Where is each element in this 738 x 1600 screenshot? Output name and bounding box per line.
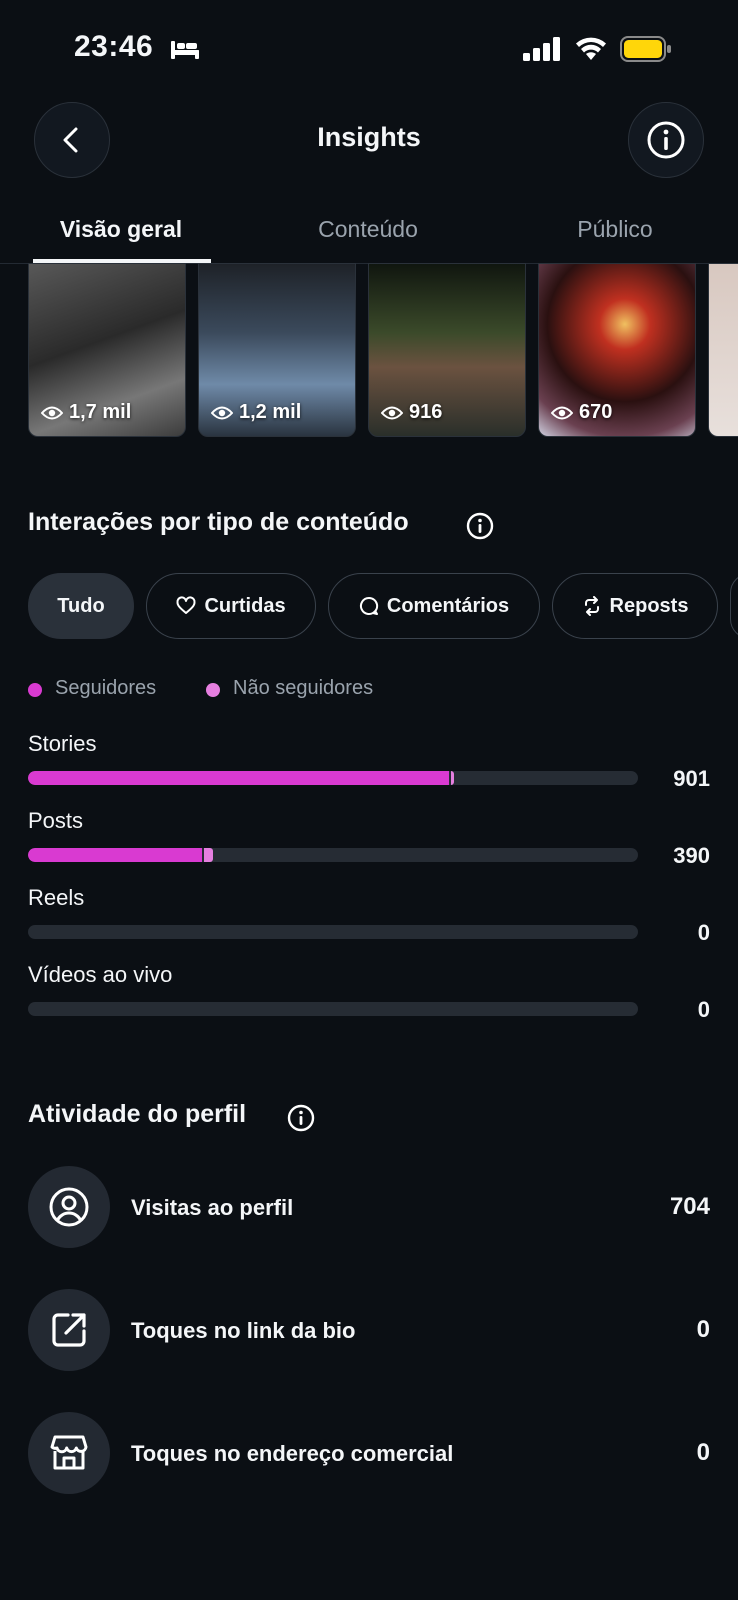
- tab-overview[interactable]: Visão geral: [30, 216, 212, 243]
- thumbnail-views: 670: [551, 401, 612, 424]
- bar-fill-non-followers: [203, 848, 213, 862]
- info-icon: [647, 121, 685, 159]
- bar-value-reels: 0: [697, 920, 710, 945]
- storefront-icon: [50, 1435, 88, 1470]
- eye-icon: [551, 406, 573, 419]
- views-count: 670: [579, 401, 613, 423]
- cellular-signal-icon: [523, 37, 560, 61]
- views-count: 1,2 mil: [239, 401, 302, 423]
- thumbnail-views: 1,7 mil: [41, 401, 131, 424]
- activity-section-title: Atividade do perfil: [28, 1100, 247, 1128]
- external-link-icon: [52, 1313, 86, 1347]
- info-button[interactable]: [628, 102, 704, 178]
- profile-visits-icon-wrap: [28, 1166, 110, 1248]
- profile-visits-value: 704: [669, 1193, 710, 1220]
- bar-label-posts: Posts: [28, 808, 84, 833]
- bar-track-posts: [28, 848, 638, 862]
- address-taps-value: 0: [696, 1439, 710, 1466]
- bar-fill-followers: [28, 771, 449, 785]
- address-taps-icon-wrap: [28, 1412, 110, 1494]
- bar-fill-followers: [28, 848, 202, 862]
- thumbnail-views: 1,2 mil: [211, 401, 301, 424]
- tab-audience[interactable]: Público: [550, 216, 680, 243]
- content-thumbnail[interactable]: 1,7 mil: [28, 263, 186, 437]
- content-thumbnail[interactable]: 670: [538, 263, 696, 437]
- wifi-icon: [576, 37, 606, 60]
- bar-value-posts: 390: [673, 843, 710, 868]
- legend-label-followers: Seguidores: [55, 677, 157, 699]
- eye-icon: [41, 406, 63, 419]
- status-time: 23:46: [74, 30, 154, 63]
- bio-link-taps-icon-wrap: [28, 1289, 110, 1371]
- content-thumbnail[interactable]: 1,2 mil: [198, 263, 356, 437]
- bar-track-live-videos: [28, 1002, 638, 1016]
- content-thumbnail[interactable]: [708, 263, 738, 437]
- filter-chip-reposts[interactable]: Reposts: [552, 573, 718, 639]
- bio-link-taps-value: 0: [696, 1316, 710, 1343]
- filter-chip-label: Reposts: [609, 594, 689, 617]
- profile-visits-label: Visitas ao perfil: [131, 1195, 294, 1220]
- address-taps-label: Toques no endereço comercial: [131, 1441, 454, 1466]
- bar-value-live-videos: 0: [697, 997, 710, 1022]
- bar-label-reels: Reels: [28, 885, 85, 910]
- filter-chip-label: Tudo: [57, 594, 105, 617]
- profile-icon: [49, 1187, 89, 1227]
- comment-icon: [359, 596, 378, 615]
- info-icon[interactable]: [466, 512, 494, 540]
- bar-fill-non-followers: [450, 771, 454, 785]
- legend-dot-non-followers: [206, 683, 220, 697]
- bio-link-taps-label: Toques no link da bio: [131, 1318, 356, 1343]
- filter-chip-all[interactable]: Tudo: [28, 573, 134, 639]
- eye-icon: [381, 406, 403, 419]
- heart-icon: [176, 596, 196, 614]
- battery-icon: [620, 36, 671, 62]
- repost-icon: [584, 596, 599, 616]
- views-count: 916: [409, 401, 443, 423]
- filter-chip-label: Curtidas: [204, 594, 286, 617]
- eye-icon: [211, 406, 233, 419]
- legend-dot-followers: [28, 683, 42, 697]
- views-count: 1,7 mil: [69, 401, 132, 423]
- legend-label-non-followers: Não seguidores: [233, 677, 374, 699]
- filter-chip-label: Comentários: [386, 594, 510, 617]
- filter-chip-likes[interactable]: Curtidas: [146, 573, 316, 639]
- thumbnail-views: 916: [381, 401, 442, 424]
- bar-value-stories: 901: [673, 766, 710, 791]
- filter-chip-more[interactable]: [730, 573, 738, 639]
- sleep-focus-icon: [171, 41, 199, 59]
- bar-label-live-videos: Vídeos ao vivo: [28, 962, 173, 987]
- bar-track-reels: [28, 925, 638, 939]
- interactions-section-title: Interações por tipo de conteúdo: [28, 508, 409, 536]
- filter-chip-comments[interactable]: Comentários: [328, 573, 540, 639]
- tab-content[interactable]: Conteúdo: [292, 216, 444, 243]
- info-icon[interactable]: [287, 1104, 315, 1132]
- bar-track-stories: [28, 771, 638, 785]
- content-thumbnail[interactable]: 916: [368, 263, 526, 437]
- bar-label-stories: Stories: [28, 731, 97, 756]
